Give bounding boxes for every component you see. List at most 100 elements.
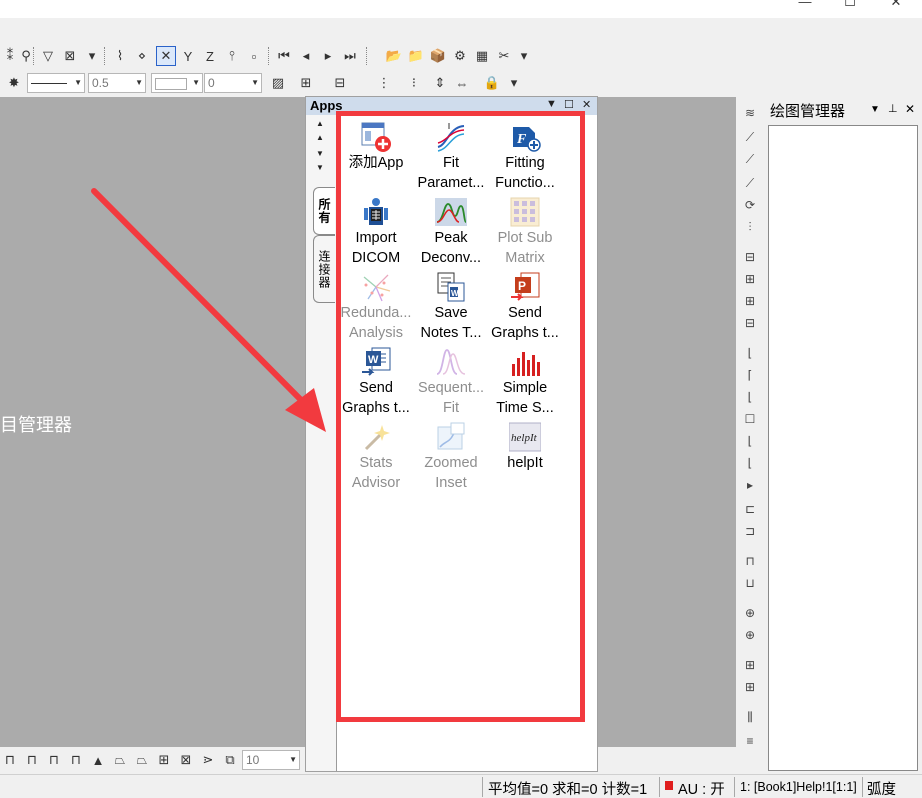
close-button[interactable]: ✕ <box>876 0 916 16</box>
align-icon[interactable]: ⋮ <box>374 73 394 93</box>
chevron-down-icon: ▼ <box>192 78 200 87</box>
zoom-select[interactable]: 10 ▼ <box>242 750 300 770</box>
panel-maximize-icon[interactable]: ☐ <box>564 98 574 111</box>
back-icon[interactable]: ⧉ <box>220 750 240 770</box>
chevron-right-icon[interactable]: ▸ <box>740 475 760 495</box>
axis-l3-icon[interactable]: ⌊ <box>740 387 760 407</box>
layout-4-icon[interactable]: ⊟ <box>740 313 760 333</box>
set-error-icon[interactable]: ⫯ <box>222 46 242 66</box>
panel-close-icon[interactable]: ✕ <box>905 102 915 116</box>
distribute-v-icon[interactable]: ≡ <box>740 731 760 751</box>
select-x-icon[interactable]: ⋄ <box>132 46 152 66</box>
set-y-icon[interactable]: Y <box>178 46 198 66</box>
set-x-icon[interactable]: ✕ <box>156 46 176 66</box>
axis-y-icon[interactable]: ⟋ <box>740 173 760 193</box>
group-icon[interactable]: ⊞ <box>154 750 174 770</box>
scroll-top-icon[interactable]: ▲ <box>316 119 324 128</box>
set-z-icon[interactable]: Z <box>200 46 220 66</box>
front-icon[interactable]: ⋗ <box>198 750 218 770</box>
spacing-icon[interactable]: ⇕ <box>430 73 450 93</box>
distribute-h-icon[interactable]: ⫼ <box>740 707 760 727</box>
scroll-down-icon[interactable]: ▼ <box>316 149 324 158</box>
align-left-icon[interactable]: ⊏ <box>740 499 760 519</box>
color-select[interactable]: ▼ <box>151 73 203 93</box>
status-au[interactable]: AU : 开 <box>678 778 725 798</box>
chevron-down-icon: ▼ <box>289 755 297 764</box>
align-top-icon[interactable]: ⊓ <box>740 551 760 571</box>
filter-clear-icon[interactable]: ⊠ <box>60 46 80 66</box>
last-icon[interactable]: ⏭ <box>340 46 360 66</box>
panel-menu-icon[interactable]: ▼ <box>546 98 557 110</box>
layer-stack-icon[interactable]: ≋ <box>740 103 760 123</box>
peak-icon[interactable]: ⌇ <box>110 46 130 66</box>
same-width-icon[interactable]: ⊞ <box>740 655 760 675</box>
axis-l2-icon[interactable]: ⌈ <box>740 365 760 385</box>
ungroup-icon[interactable]: ⊠ <box>176 750 196 770</box>
symbol-icon[interactable]: ✸ <box>4 73 24 93</box>
title-bar: — ☐ ✕ <box>0 0 922 18</box>
next-icon[interactable]: ▸ <box>318 46 338 66</box>
filter-dropdown-icon[interactable]: ▾ <box>82 46 102 66</box>
arrange-3-icon[interactable]: ⊓ <box>44 750 64 770</box>
fill-pattern-icon[interactable]: ▨ <box>268 73 288 93</box>
layout-1-icon[interactable]: ⊟ <box>740 247 760 267</box>
toolbar-overflow-icon[interactable]: ▾ <box>504 73 524 93</box>
line-style-select[interactable]: ▼ <box>27 73 85 93</box>
triangle-icon[interactable]: ▲ <box>88 750 108 770</box>
center-v-icon[interactable]: ⊕ <box>740 625 760 645</box>
axis-l5-icon[interactable]: ⌊ <box>740 453 760 473</box>
settings-icon[interactable]: ⚙ <box>450 46 470 66</box>
table-icon[interactable]: ⊟ <box>330 73 350 93</box>
trapezoid-icon[interactable]: ⏢ <box>110 750 130 770</box>
merge-icon[interactable]: ⫶ <box>740 217 760 237</box>
line-width-select[interactable]: 0.5 ▼ <box>88 73 146 93</box>
lock-icon[interactable]: 🔒 <box>482 73 502 93</box>
package-icon[interactable]: 📦 <box>428 46 448 66</box>
save-file-icon[interactable]: 📁 <box>406 46 426 66</box>
panel-close-icon[interactable]: ✕ <box>582 98 591 111</box>
border-icon[interactable]: ⊞ <box>296 73 316 93</box>
arrange-2-icon[interactable]: ⊓ <box>22 750 42 770</box>
trapezoid-2-icon[interactable]: ⏢ <box>132 750 152 770</box>
scroll-up-icon[interactable]: ▲ <box>316 133 324 142</box>
distribute-icon[interactable]: ⁝ <box>404 73 424 93</box>
maximize-button[interactable]: ☐ <box>830 0 870 16</box>
align-right-icon[interactable]: ⊐ <box>740 521 760 541</box>
pin-icon[interactable]: ⊥ <box>888 102 898 115</box>
axis-x-icon[interactable]: ⟋ <box>740 149 760 169</box>
same-height-icon[interactable]: ⊞ <box>740 677 760 697</box>
axis-box-icon[interactable]: ☐ <box>740 409 760 429</box>
arrange-4-icon[interactable]: ⊓ <box>66 750 86 770</box>
minimize-button[interactable]: — <box>785 0 825 16</box>
status-angle-unit[interactable]: 弧度 <box>867 778 896 798</box>
align-bottom-icon[interactable]: ⊔ <box>740 573 760 593</box>
project-manager-label[interactable]: 项目管理器 <box>0 411 72 437</box>
first-icon[interactable]: ⏮ <box>274 46 294 66</box>
layout-2-icon[interactable]: ⊞ <box>740 269 760 289</box>
layout-3-icon[interactable]: ⊞ <box>740 291 760 311</box>
axis-l-icon[interactable]: ⌊ <box>740 343 760 363</box>
rotate-icon[interactable]: ⟳ <box>740 195 760 215</box>
color-swatch <box>155 77 187 90</box>
graph-manager-content[interactable] <box>768 125 918 771</box>
chevron-down-icon: ▼ <box>74 78 82 87</box>
tool-icon[interactable]: ✂ <box>494 46 514 66</box>
open-file-icon[interactable]: 📂 <box>384 46 404 66</box>
axis-rescale-icon[interactable]: ⟋ <box>740 127 760 147</box>
number-select[interactable]: 0 ▼ <box>204 73 262 93</box>
prev-icon[interactable]: ◂ <box>296 46 316 66</box>
filter-icon[interactable]: ▽ <box>38 46 58 66</box>
set-none-icon[interactable]: ▫ <box>244 46 264 66</box>
scroll-bottom-icon[interactable]: ▼ <box>316 163 324 172</box>
axis-l4-icon[interactable]: ⌊ <box>740 431 760 451</box>
graph-manager-title: 绘图管理器 <box>770 103 846 120</box>
database-icon[interactable]: ▦ <box>472 46 492 66</box>
arrange-1-icon[interactable]: ⊓ <box>0 750 20 770</box>
toolbar-overflow-icon[interactable]: ▾ <box>514 46 534 66</box>
tab-all[interactable]: 所有 <box>313 187 335 235</box>
panel-menu-icon[interactable]: ▼ <box>870 104 880 115</box>
center-h-icon[interactable]: ⊕ <box>740 603 760 623</box>
arrange-icon[interactable]: ⇔ <box>452 73 472 93</box>
vertical-layer-toolbar: ≋ ⟋ ⟋ ⟋ ⟳ ⫶ ⊟ ⊞ ⊞ ⊟ ⌊ ⌈ ⌊ ☐ ⌊ ⌊ ▸ ⊏ ⊐ ⊓ … <box>736 97 764 773</box>
tab-connectors[interactable]: 连接器 <box>313 235 335 303</box>
